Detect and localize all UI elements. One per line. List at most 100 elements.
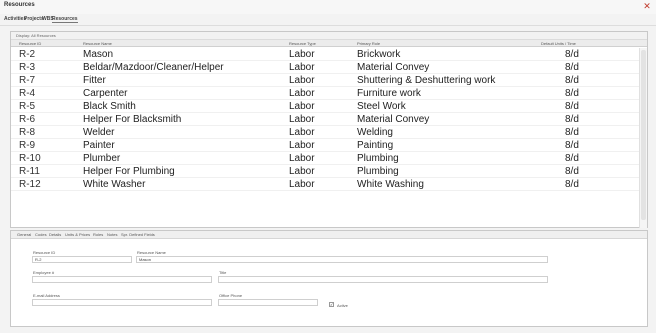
primary-role-cell: Material Convey — [357, 62, 430, 73]
tab-roles[interactable]: Roles — [93, 232, 103, 237]
resource-id-cell: R-2 — [19, 49, 36, 60]
tab-notes[interactable]: Notes — [107, 232, 117, 237]
units-cell: 8/d — [565, 166, 579, 177]
table-header: Resource ID Resource Name Resource Type … — [11, 40, 647, 47]
resource-type-cell: Labor — [289, 153, 315, 164]
primary-role-cell: Shuttering & Deshuttering work — [357, 75, 496, 86]
resource-type-cell: Labor — [289, 140, 315, 151]
primary-role-cell: White Washing — [357, 179, 424, 190]
primary-role-cell: Painting — [357, 140, 394, 151]
resource-id-input[interactable]: R-2 — [32, 256, 132, 263]
resource-type-cell: Labor — [289, 127, 315, 138]
resource-type-cell: Labor — [289, 49, 315, 60]
units-cell: 8/d — [565, 179, 579, 190]
table-row[interactable]: R-5 Black Smith Labor Steel Work 8/d — [11, 100, 639, 113]
window-title-bar: Resources ✕ — [0, 0, 656, 14]
resource-id-cell: R-4 — [19, 88, 36, 99]
primary-role-cell: Plumbing — [357, 153, 399, 164]
table-row[interactable]: R-2 Mason Labor Brickwork 8/d — [11, 48, 639, 61]
units-cell: 8/d — [565, 62, 579, 73]
resource-name-cell: Welder — [83, 127, 115, 138]
primary-role-cell: Material Convey — [357, 114, 430, 125]
resource-id-cell: R-3 — [19, 62, 36, 73]
table-row[interactable]: R-9 Painter Labor Painting 8/d — [11, 139, 639, 152]
resource-name-input[interactable]: Mason — [136, 256, 548, 263]
column-header-primary-role[interactable]: Primary Role — [357, 41, 380, 46]
units-cell: 8/d — [565, 49, 579, 60]
menu-bar: Activities Projects WBS Resources — [0, 14, 656, 26]
active-checkbox[interactable]: ✓ — [329, 302, 334, 307]
resource-name-cell: Mason — [83, 49, 114, 60]
resource-type-cell: Labor — [289, 101, 315, 112]
table-row[interactable]: R-3 Beldar/Mazdoor/Cleaner/Helper Labor … — [11, 61, 639, 74]
table-row[interactable]: R-10 Plumber Labor Plumbing 8/d — [11, 152, 639, 165]
employee-input[interactable] — [32, 276, 212, 283]
menu-item-resources[interactable]: Resources — [52, 16, 78, 23]
title-label: Title — [219, 270, 227, 275]
resource-id-cell: R-9 — [19, 140, 36, 151]
resource-id-cell: R-7 — [19, 75, 36, 86]
title-input[interactable] — [218, 276, 548, 283]
resource-name-cell: Carpenter — [83, 88, 128, 99]
primary-role-cell: Furniture work — [357, 88, 421, 99]
resource-id-cell: R-11 — [19, 166, 40, 177]
resource-name-cell: Helper For Plumbing — [83, 166, 175, 177]
menu-item-activities[interactable]: Activities — [4, 16, 26, 22]
group-label[interactable]: Display: All Resources — [16, 33, 56, 38]
resource-name-cell: White Washer — [83, 179, 146, 190]
table-row[interactable]: R-4 Carpenter Labor Furniture work 8/d — [11, 87, 639, 100]
column-header-resource-type[interactable]: Resource Type — [289, 41, 316, 46]
resource-table-panel: Display: All Resources Resource ID Resou… — [10, 31, 648, 228]
tab-general[interactable]: General — [17, 232, 31, 237]
table-body: R-2 Mason Labor Brickwork 8/d R-3 Beldar… — [11, 48, 639, 228]
column-header-resource-name[interactable]: Resource Name — [83, 41, 112, 46]
table-row[interactable]: R-7 Fitter Labor Shuttering & Deshutteri… — [11, 74, 639, 87]
office-phone-input[interactable] — [218, 299, 318, 306]
tab-codes[interactable]: Codes — [35, 232, 47, 237]
window-title: Resources — [4, 2, 35, 8]
resource-type-cell: Labor — [289, 179, 315, 190]
active-checkbox-label: Active — [337, 303, 348, 308]
table-row[interactable]: R-8 Welder Labor Welding 8/d — [11, 126, 639, 139]
table-scrollbar[interactable] — [639, 48, 647, 228]
table-row[interactable]: R-6 Helper For Blacksmith Labor Material… — [11, 113, 639, 126]
resource-type-cell: Labor — [289, 166, 315, 177]
resource-type-cell: Labor — [289, 88, 315, 99]
resource-id-label: Resource ID — [33, 250, 56, 255]
tab-units-prices[interactable]: Units & Prices — [65, 232, 90, 237]
tab-user-defined-fields[interactable]: Spr. Defined Fields — [121, 232, 155, 237]
resource-type-cell: Labor — [289, 75, 315, 86]
email-label: E-mail Address — [33, 293, 60, 298]
table-row[interactable]: R-11 Helper For Plumbing Labor Plumbing … — [11, 165, 639, 178]
resource-type-cell: Labor — [289, 62, 315, 73]
resource-id-cell: R-6 — [19, 114, 36, 125]
resource-id-cell: R-5 — [19, 101, 36, 112]
primary-role-cell: Brickwork — [357, 49, 401, 60]
units-cell: 8/d — [565, 153, 579, 164]
units-cell: 8/d — [565, 127, 579, 138]
group-bar: Display: All Resources — [11, 32, 647, 40]
employee-label: Employee # — [33, 270, 55, 275]
menu-item-projects[interactable]: Projects — [24, 16, 44, 22]
units-cell: 8/d — [565, 101, 579, 112]
resource-name-cell: Black Smith — [83, 101, 136, 112]
scrollbar-thumb[interactable] — [641, 50, 646, 220]
table-row[interactable]: R-12 White Washer Labor White Washing 8/… — [11, 178, 639, 191]
resource-name-cell: Fitter — [83, 75, 106, 86]
resource-name-cell: Plumber — [83, 153, 121, 164]
resource-id-cell: R-10 — [19, 153, 41, 164]
primary-role-cell: Steel Work — [357, 101, 406, 112]
tab-details[interactable]: Details — [49, 232, 61, 237]
units-cell: 8/d — [565, 75, 579, 86]
units-cell: 8/d — [565, 140, 579, 151]
resource-id-cell: R-8 — [19, 127, 36, 138]
email-input[interactable] — [32, 299, 212, 306]
resource-name-cell: Helper For Blacksmith — [83, 114, 182, 125]
column-header-default-units[interactable]: Default Units / Time — [541, 41, 576, 46]
column-header-resource-id[interactable]: Resource ID — [19, 41, 41, 46]
close-icon[interactable]: ✕ — [642, 0, 652, 12]
detail-tabs: General Codes Details Units & Prices Rol… — [11, 231, 647, 239]
resource-name-label: Resource Name — [137, 250, 166, 255]
office-phone-label: Office Phone — [219, 293, 243, 298]
resource-name-cell: Beldar/Mazdoor/Cleaner/Helper — [83, 62, 224, 73]
